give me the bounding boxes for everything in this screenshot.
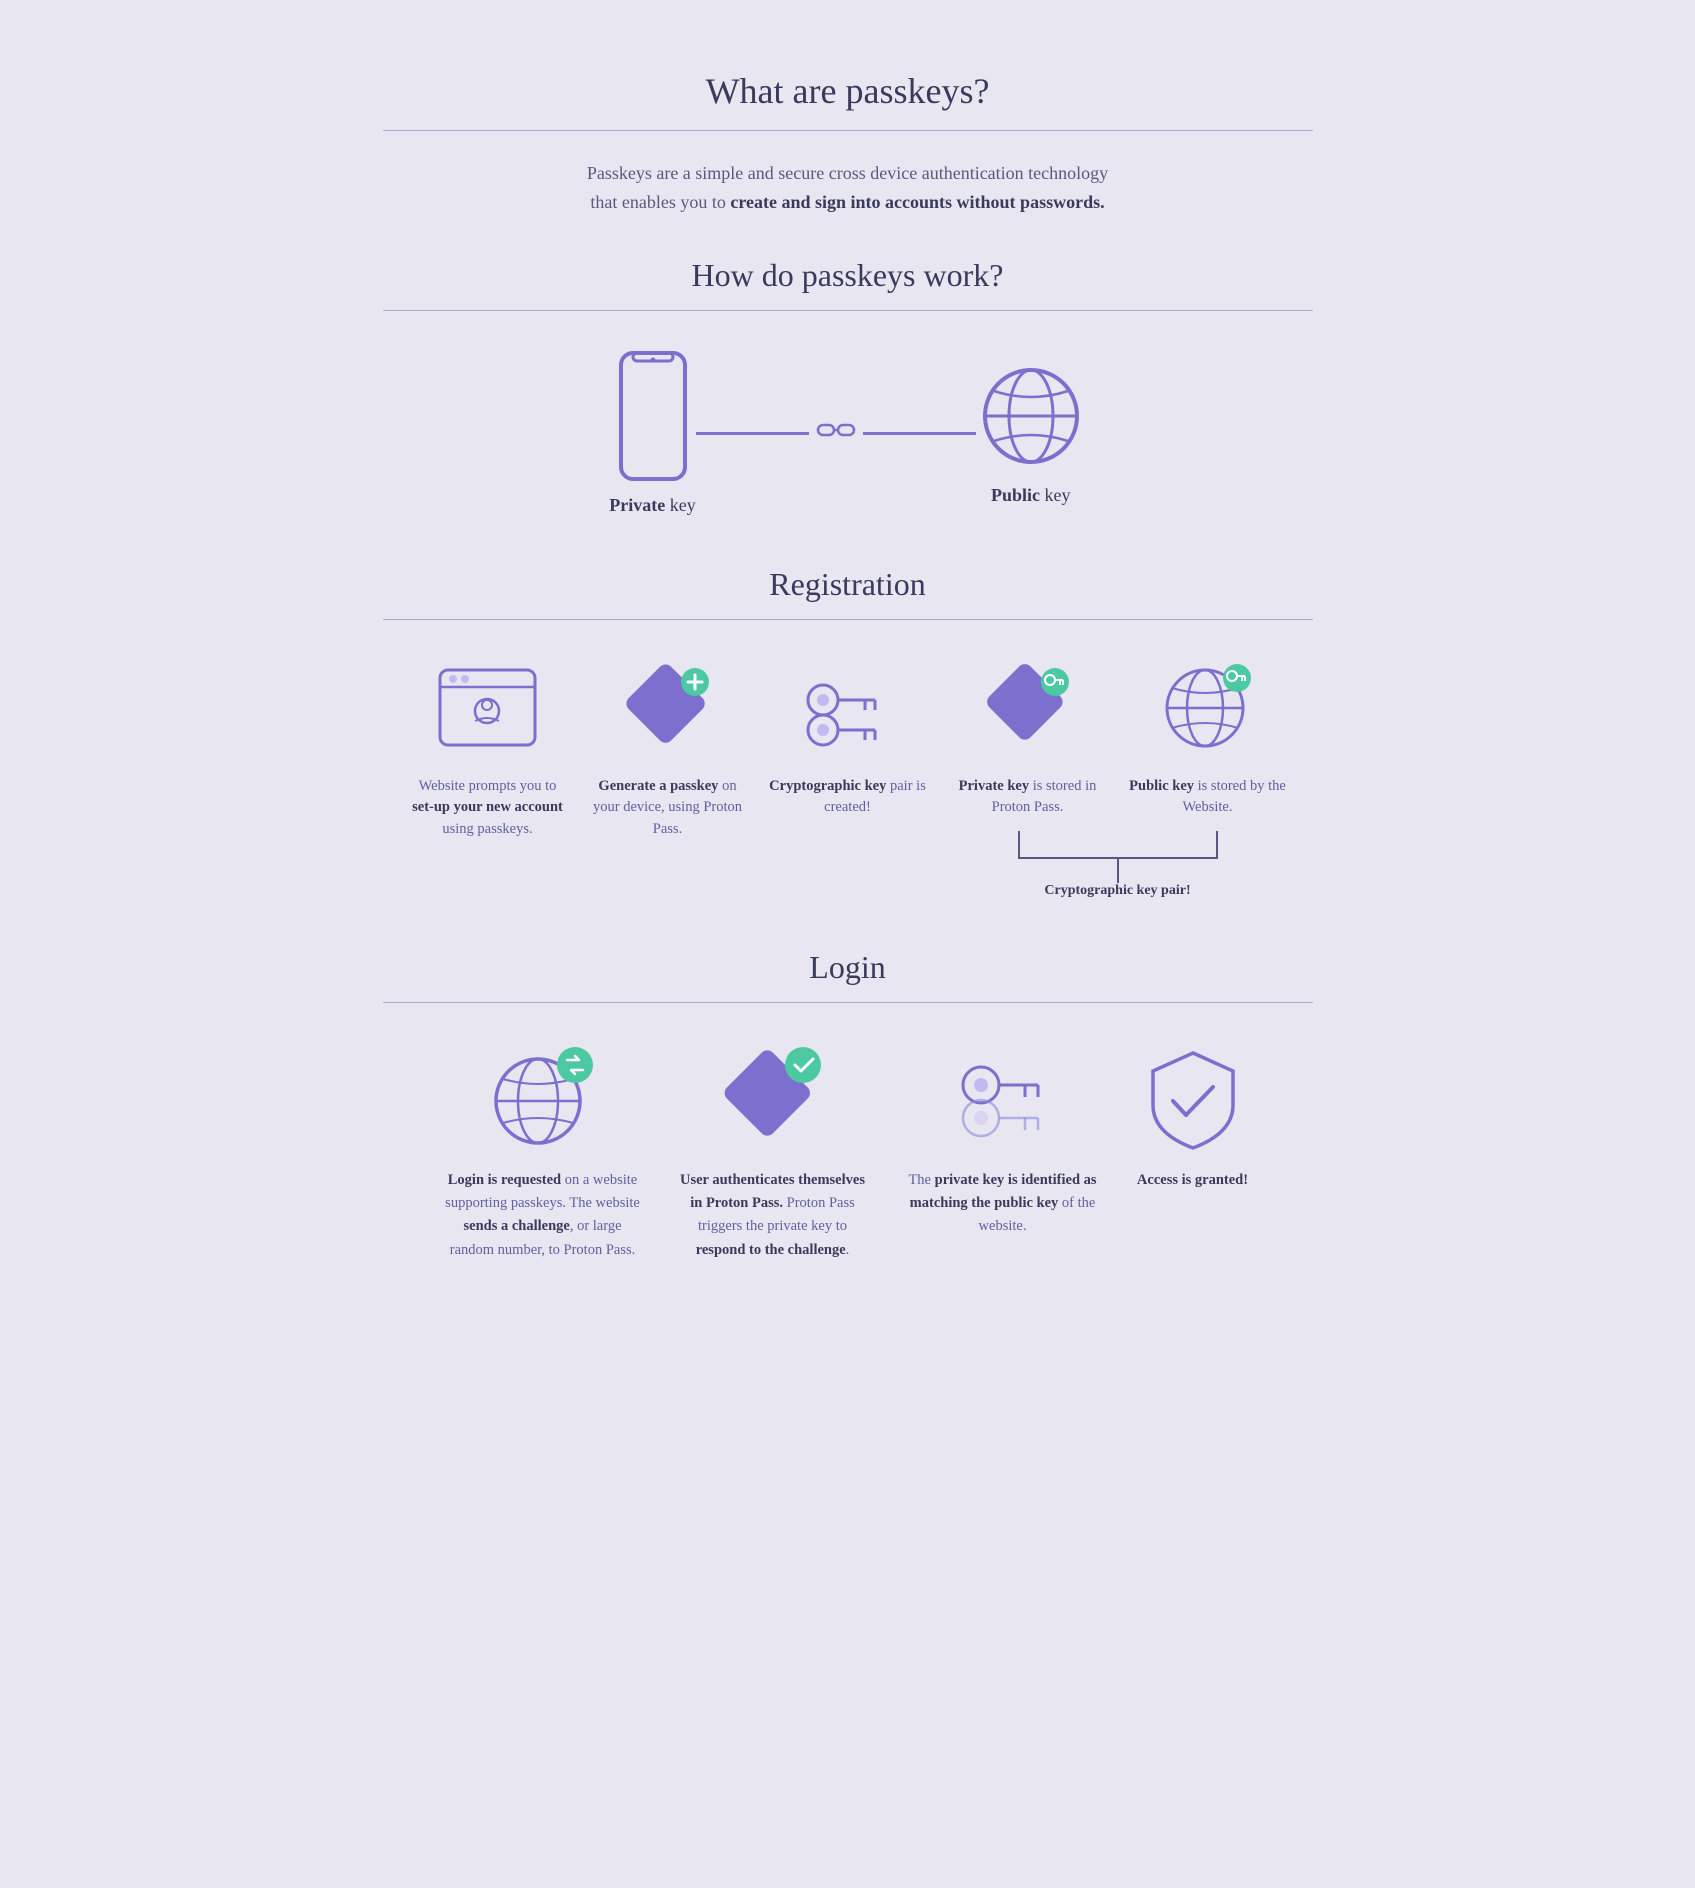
reg-step-1-text: Website prompts you to set-up your new a… bbox=[408, 776, 568, 841]
reg-step-2-icon bbox=[613, 660, 723, 760]
login-step-3-icon bbox=[943, 1043, 1063, 1153]
bracket-container: Cryptographic key pair! bbox=[1018, 831, 1218, 899]
login-step-2: User authenticates themselves in Proton … bbox=[673, 1043, 873, 1262]
public-key-label: Public key bbox=[991, 485, 1071, 506]
how-title: How do passkeys work? bbox=[383, 257, 1313, 294]
phone-icon bbox=[613, 351, 693, 481]
private-key-label: Private key bbox=[609, 495, 695, 516]
login-step-2-icon bbox=[713, 1043, 833, 1153]
connector-line bbox=[696, 432, 976, 435]
reg-step-5-icon bbox=[1153, 660, 1263, 760]
globe-icon bbox=[976, 361, 1086, 471]
reg-step-4-text: Private key is stored in Proton Pass. bbox=[948, 776, 1108, 820]
registration-steps: Website prompts you to set-up your new a… bbox=[383, 660, 1313, 900]
how-passkeys-section: How do passkeys work? Private key bbox=[383, 257, 1313, 516]
reg-step-4-icon bbox=[973, 660, 1083, 760]
reg-step-3: Cryptographic key pair is created! bbox=[768, 660, 928, 820]
login-step-1-text: Login is requested on a website supporti… bbox=[443, 1169, 643, 1262]
bracket-arrow bbox=[1117, 859, 1119, 883]
reg-step-1-icon bbox=[433, 660, 543, 760]
intro-text: Passkeys are a simple and secure cross d… bbox=[383, 159, 1313, 217]
private-key-item: Private key bbox=[609, 351, 695, 516]
public-key-item: Public key bbox=[976, 361, 1086, 506]
title-divider bbox=[383, 130, 1313, 131]
registration-title: Registration bbox=[383, 566, 1313, 603]
registration-section: Registration bbox=[383, 566, 1313, 900]
private-public-group: Private key is stored in Proton Pass. bbox=[948, 660, 1288, 900]
page-container: What are passkeys? Passkeys are a simple… bbox=[323, 0, 1373, 1342]
intro-line1: Passkeys are a simple and secure cross d… bbox=[587, 163, 1108, 183]
key-pair-diagram: Private key bbox=[383, 351, 1313, 516]
reg-step-2: Generate a passkey on your device, using… bbox=[588, 660, 748, 841]
how-divider bbox=[383, 310, 1313, 311]
reg-step-2-text: Generate a passkey on your device, using… bbox=[588, 776, 748, 841]
login-title: Login bbox=[383, 949, 1313, 986]
reg-step-3-icon bbox=[793, 660, 903, 760]
login-step-3-text: The private key is identified as matchin… bbox=[903, 1169, 1103, 1239]
login-step-4: Access is granted! bbox=[1133, 1043, 1253, 1192]
login-step-1: Login is requested on a website supporti… bbox=[443, 1043, 643, 1262]
login-step-4-icon bbox=[1133, 1043, 1253, 1153]
link-icon bbox=[809, 419, 863, 447]
login-step-3: The private key is identified as matchin… bbox=[903, 1043, 1103, 1239]
intro-line2: that enables you to bbox=[590, 192, 730, 212]
page-title: What are passkeys? bbox=[383, 70, 1313, 112]
reg-step-4: Private key is stored in Proton Pass. bbox=[948, 660, 1108, 820]
login-step-1-icon bbox=[483, 1043, 603, 1153]
login-step-2-text: User authenticates themselves in Proton … bbox=[673, 1169, 873, 1262]
reg-divider bbox=[383, 619, 1313, 620]
crypto-pair-label: Cryptographic key pair! bbox=[1044, 883, 1190, 899]
private-public-steps: Private key is stored in Proton Pass. bbox=[948, 660, 1288, 820]
login-divider bbox=[383, 1002, 1313, 1003]
reg-step-5-text: Public key is stored by the Website. bbox=[1128, 776, 1288, 820]
reg-step-5: Public key is stored by the Website. bbox=[1128, 660, 1288, 820]
reg-step-1: Website prompts you to set-up your new a… bbox=[408, 660, 568, 841]
intro-bold: create and sign into accounts without pa… bbox=[730, 192, 1104, 212]
bracket-shape bbox=[1018, 831, 1218, 859]
login-step-4-text: Access is granted! bbox=[1137, 1169, 1248, 1192]
login-section: Login bbox=[383, 949, 1313, 1262]
login-steps: Login is requested on a website supporti… bbox=[383, 1043, 1313, 1262]
reg-step-3-text: Cryptographic key pair is created! bbox=[768, 776, 928, 820]
